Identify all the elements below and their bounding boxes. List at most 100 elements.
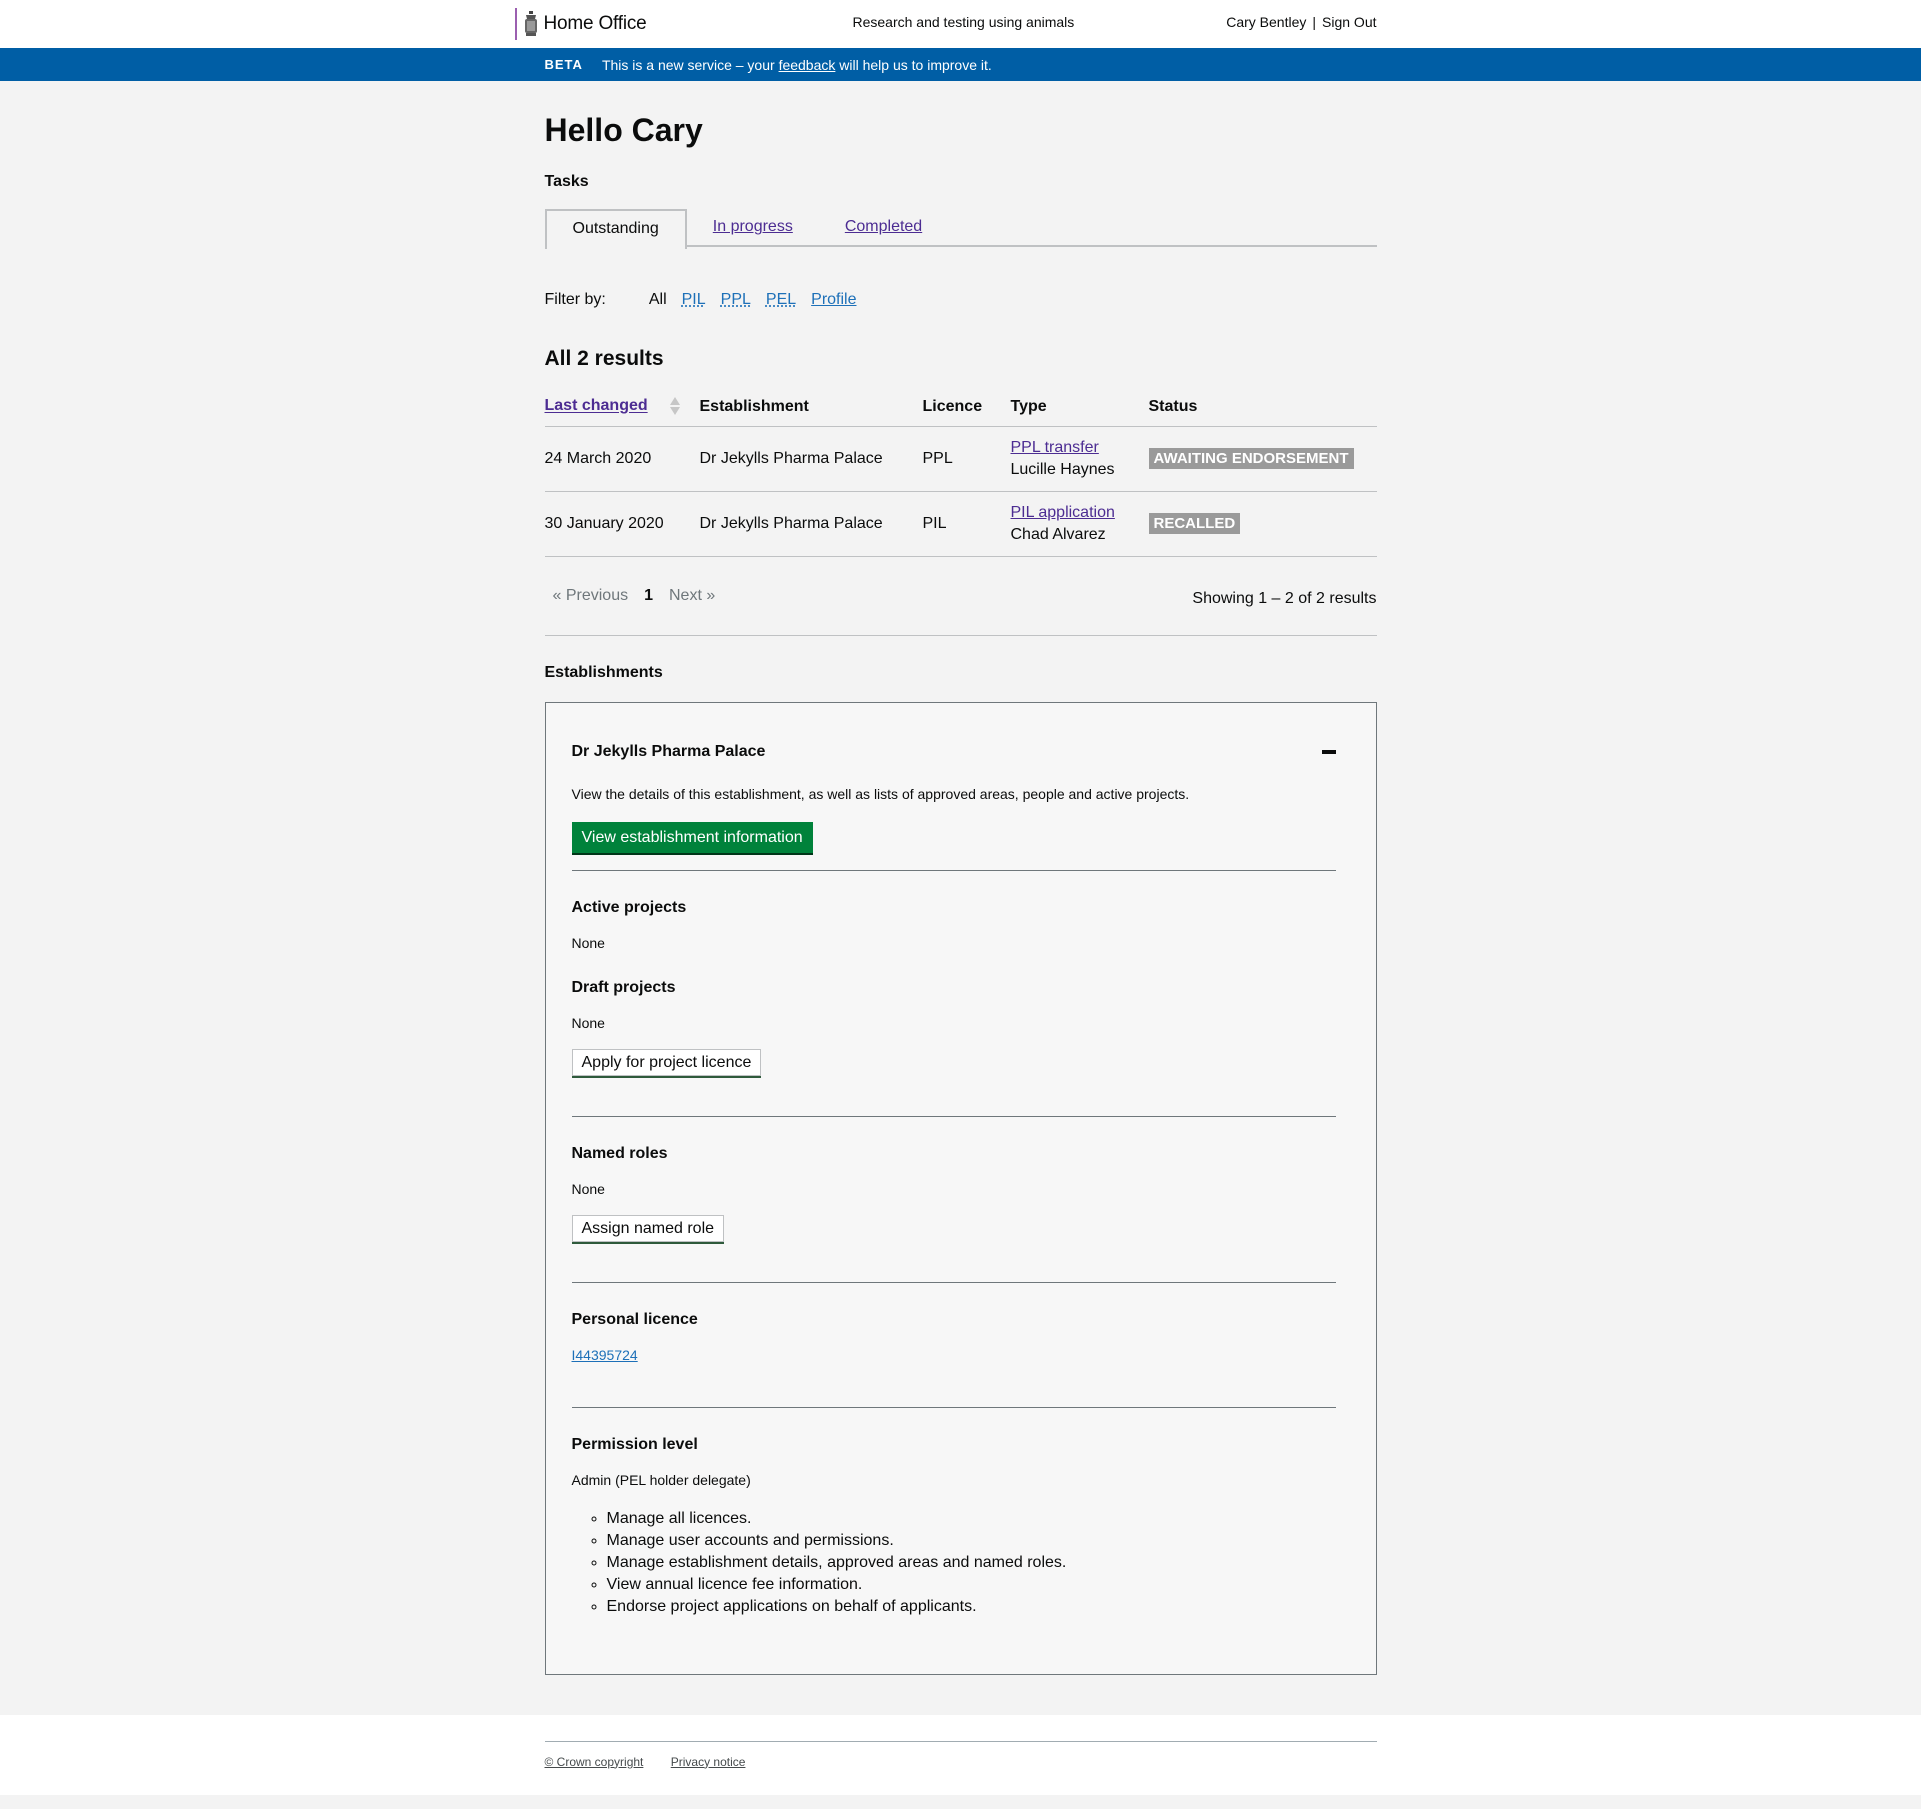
task-type-link[interactable]: PIL application — [1011, 502, 1149, 524]
sign-out-link[interactable]: Sign Out — [1322, 14, 1376, 30]
filter-ppl[interactable]: PPL — [721, 291, 751, 309]
draft-projects-section: Draft projects None Apply for project li… — [571, 978, 1336, 1076]
cell-status: RECALLED — [1148, 491, 1377, 557]
panel-divider — [571, 1281, 1336, 1283]
beta-tag: BETA — [544, 57, 583, 72]
draft-projects-heading: Draft projects — [571, 978, 676, 996]
collapse-minus-icon[interactable] — [1321, 749, 1336, 754]
results-heading: All 2 results — [544, 347, 664, 371]
active-projects-heading: Active projects — [571, 898, 687, 916]
previous-page-link[interactable]: « Previous — [553, 587, 629, 604]
beta-text: This is a new service – your feedback wi… — [602, 57, 992, 73]
cell-type: PPL transfer Lucille Haynes — [1010, 426, 1149, 492]
results-summary: Showing 1 – 2 of 2 results — [1192, 589, 1377, 607]
column-establishment: Establishment — [699, 397, 923, 427]
tab-label[interactable]: In progress — [713, 218, 793, 235]
footer-divider — [544, 1740, 1377, 1742]
tasks-table: Last changed Establishment Licence Type … — [544, 397, 1377, 557]
cell-licence: PPL — [922, 426, 1011, 492]
panel-divider — [571, 1406, 1336, 1408]
royal-crest-icon — [524, 11, 537, 36]
user-profile-link[interactable]: Cary Bentley — [1226, 14, 1306, 30]
cell-establishment: Dr Jekylls Pharma Palace — [699, 491, 923, 557]
active-projects-section: Active projects None — [572, 899, 1336, 951]
personal-licence-section: Personal licence I44395724 — [572, 1311, 1336, 1365]
user-nav: Cary Bentley | Sign Out — [1226, 14, 1376, 30]
establishment-name: Dr Jekylls Pharma Palace — [571, 742, 766, 760]
page-title: Hello Cary — [544, 112, 703, 148]
tab-completed[interactable]: Completed — [819, 209, 948, 247]
filter-all[interactable]: All — [649, 291, 667, 309]
filter-pil[interactable]: PIL — [682, 291, 706, 309]
draft-projects-value: None — [571, 1014, 605, 1031]
panel-header[interactable]: Dr Jekylls Pharma Palace — [572, 743, 1336, 761]
table-row: 30 January 2020 Dr Jekylls Pharma Palace… — [544, 491, 1377, 557]
filter-pel[interactable]: PEL — [766, 291, 796, 309]
permission-level-value: Admin (PEL holder delegate) — [571, 1471, 751, 1488]
establishment-description: View the details of this establishment, … — [571, 785, 1190, 802]
feedback-link[interactable]: feedback — [779, 57, 836, 73]
filter-profile[interactable]: Profile — [811, 291, 856, 309]
assign-named-role-button[interactable]: Assign named role — [571, 1214, 725, 1242]
list-item: View annual licence fee information. — [607, 1574, 1336, 1596]
permission-level-heading: Permission level — [571, 1435, 698, 1453]
active-projects-value: None — [571, 934, 605, 951]
cell-status: AWAITING ENDORSEMENT — [1148, 426, 1377, 492]
table-header-row: Last changed Establishment Licence Type … — [544, 397, 1377, 427]
section-divider — [544, 634, 1377, 636]
tab-label: Outstanding — [572, 220, 659, 238]
sort-arrows-icon[interactable] — [670, 397, 681, 416]
beta-banner: BETA This is a new service – your feedba… — [0, 48, 1921, 81]
tasks-heading: Tasks — [544, 173, 589, 191]
named-roles-section: Named roles None Assign named role — [571, 1144, 1336, 1242]
table-row: 24 March 2020 Dr Jekylls Pharma Palace P… — [544, 426, 1377, 492]
logo-text: Home Office — [543, 13, 647, 34]
beta-text-after: will help us to improve it. — [835, 56, 992, 73]
permissions-list: Manage all licences. Manage user account… — [572, 1508, 1336, 1618]
permission-level-section: Permission level Admin (PEL holder deleg… — [572, 1436, 1336, 1618]
column-status: Status — [1148, 397, 1377, 427]
task-type-link[interactable]: PPL transfer — [1011, 437, 1149, 459]
apply-project-licence-button[interactable]: Apply for project licence — [571, 1048, 762, 1076]
next-page-link[interactable]: Next » — [669, 587, 715, 604]
cell-type: PIL application Chad Alvarez — [1010, 491, 1149, 557]
privacy-notice-link[interactable]: Privacy notice — [671, 1755, 746, 1769]
task-person: Chad Alvarez — [1010, 525, 1106, 543]
site-footer: © Crown copyright Privacy notice — [0, 1714, 1921, 1795]
cell-establishment: Dr Jekylls Pharma Palace — [699, 426, 923, 492]
crown-copyright-link[interactable]: © Crown copyright — [545, 1755, 644, 1769]
task-tabs: Outstanding In progress Completed — [544, 209, 1377, 250]
site-header: Home Office Research and testing using a… — [0, 0, 1921, 48]
named-roles-heading: Named roles — [571, 1144, 668, 1162]
sort-last-changed-link[interactable]: Last changed — [545, 398, 648, 415]
filter-bar: Filter by: All PIL PPL PEL Profile — [545, 291, 1377, 309]
list-item: Manage user accounts and permissions. — [607, 1530, 1336, 1552]
status-badge: RECALLED — [1148, 513, 1241, 535]
panel-divider — [571, 869, 1336, 871]
column-last-changed[interactable]: Last changed — [544, 397, 700, 427]
service-name[interactable]: Research and testing using animals — [853, 14, 1075, 30]
tab-outstanding[interactable]: Outstanding — [544, 209, 687, 250]
pagination: « Previous 1 Next » Showing 1 – 2 of 2 res… — [545, 587, 1377, 608]
tab-label[interactable]: Completed — [845, 218, 922, 235]
current-page: 1 — [644, 586, 653, 604]
establishment-panel: Dr Jekylls Pharma Palace View the detail… — [544, 701, 1377, 1675]
filter-label: Filter by: — [544, 291, 606, 309]
list-item: Endorse project applications on behalf o… — [607, 1596, 1336, 1618]
personal-licence-heading: Personal licence — [571, 1310, 698, 1328]
pagination-links: « Previous 1 Next » — [545, 587, 716, 608]
beta-text-before: This is a new service – your — [601, 56, 779, 73]
personal-licence-link[interactable]: I44395724 — [572, 1347, 638, 1363]
panel-divider — [571, 1115, 1336, 1117]
home-office-logo[interactable]: Home Office — [514, 8, 647, 40]
named-roles-value: None — [571, 1180, 605, 1197]
column-licence: Licence — [922, 397, 1011, 427]
establishments-heading: Establishments — [544, 663, 663, 681]
list-item: Manage establishment details, approved a… — [607, 1552, 1336, 1574]
tab-in-progress[interactable]: In progress — [687, 209, 819, 247]
list-item: Manage all licences. — [607, 1508, 1336, 1530]
footer-links: © Crown copyright Privacy notice — [545, 1755, 1377, 1769]
main-content: Hello Cary Tasks Outstanding In progress… — [0, 81, 1921, 1715]
view-establishment-button[interactable]: View establishment information — [571, 821, 813, 853]
cell-last-changed: 24 March 2020 — [544, 426, 700, 492]
